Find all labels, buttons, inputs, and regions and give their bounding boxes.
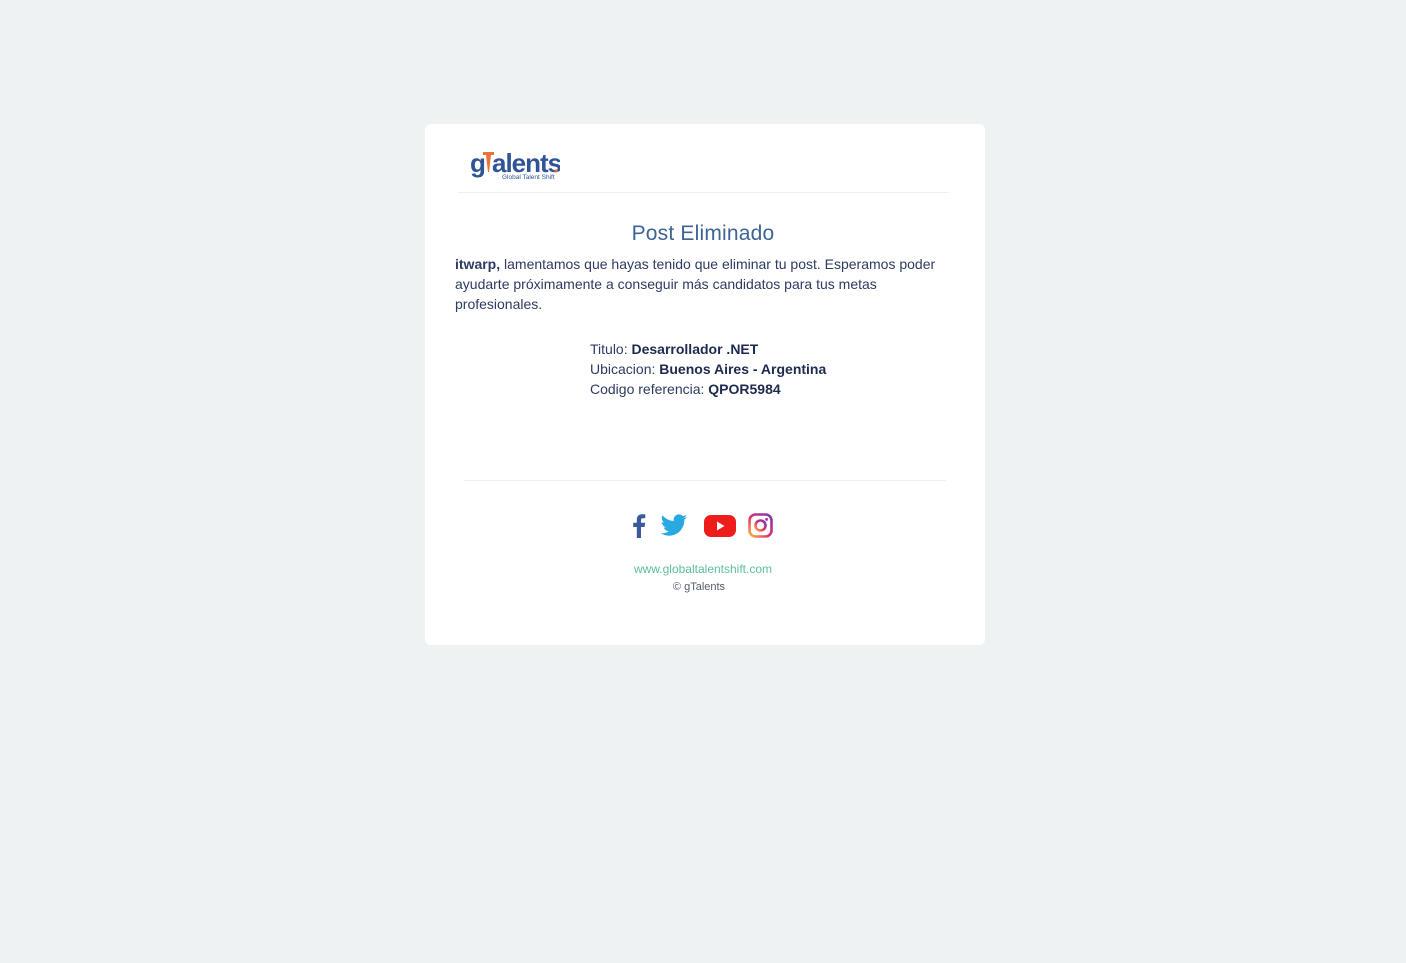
post-details: Titulo: Desarrollador .NET Ubicacion: Bu… xyxy=(590,339,826,399)
svg-text:g: g xyxy=(470,148,485,178)
youtube-icon xyxy=(704,514,736,537)
detail-ubicacion-value: Buenos Aires - Argentina xyxy=(659,361,827,377)
instagram-icon xyxy=(748,513,773,538)
detail-ubicacion-label: Ubicacion: xyxy=(590,361,660,377)
facebook-icon xyxy=(633,513,646,538)
social-links xyxy=(632,513,773,543)
website-link[interactable]: www.globaltalentshift.com xyxy=(425,562,981,576)
instagram-link[interactable] xyxy=(748,513,773,543)
message-paragraph: itwarp, lamentamos que hayas tenido que … xyxy=(455,254,945,314)
page-title: Post Eliminado xyxy=(631,222,775,245)
detail-codigo: Codigo referencia: QPOR5984 xyxy=(590,379,826,399)
detail-titulo-label: Titulo: xyxy=(590,341,632,357)
youtube-link[interactable] xyxy=(704,514,736,543)
svg-text:Global Talent Shift: Global Talent Shift xyxy=(502,174,555,181)
header-divider xyxy=(458,192,949,193)
username: itwarp, xyxy=(455,256,501,272)
detail-titulo-value: Desarrollador .NET xyxy=(631,341,759,357)
gtalents-logo-icon: g alents Global Talent Shift xyxy=(470,148,563,181)
footer-divider xyxy=(463,480,946,481)
detail-codigo-label: Codigo referencia: xyxy=(590,381,709,397)
detail-codigo-value: QPOR5984 xyxy=(708,381,781,397)
facebook-link[interactable] xyxy=(632,513,646,543)
detail-ubicacion: Ubicacion: Buenos Aires - Argentina xyxy=(590,359,826,379)
message-text: lamentamos que hayas tenido que eliminar… xyxy=(455,256,936,312)
gtalents-logo[interactable]: g alents Global Talent Shift xyxy=(470,148,563,182)
email-card: g alents Global Talent Shift Post Elimin… xyxy=(425,124,985,645)
twitter-link[interactable] xyxy=(660,513,688,543)
copyright-text: © gTalents xyxy=(672,581,726,593)
detail-titulo: Titulo: Desarrollador .NET xyxy=(590,339,826,359)
twitter-icon xyxy=(660,513,687,536)
